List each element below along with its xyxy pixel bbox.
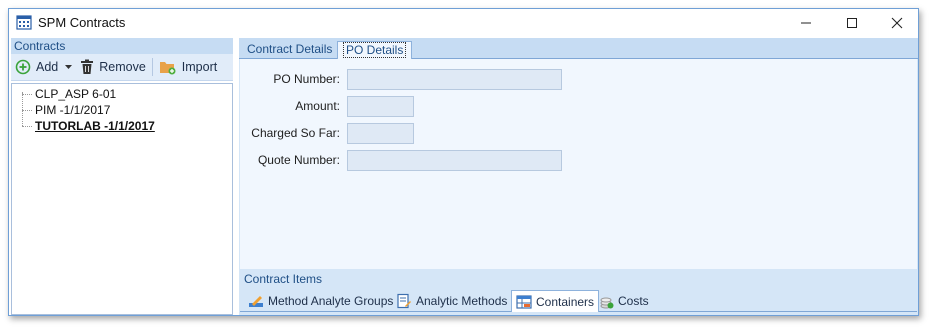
title-bar[interactable]: SPM Contracts	[9, 9, 918, 37]
tab-method-analyte-groups[interactable]: Method Analyte Groups	[244, 290, 397, 312]
contracts-toolbar: Add Remove Import	[11, 54, 233, 81]
contracts-header: Contracts	[11, 38, 233, 54]
window-title: SPM Contracts	[38, 15, 126, 30]
charged-so-far-row: Charged So Far:	[240, 123, 340, 144]
trash-icon	[80, 59, 94, 75]
tree-item-tutorlab[interactable]: TUTORLAB -1/1/2017	[22, 118, 155, 134]
calendar-grid-icon	[16, 14, 32, 30]
import-label: Import	[181, 60, 218, 74]
contract-items-section: Contract Items Method Analyte Groups Ana…	[240, 270, 917, 315]
remove-button[interactable]: Remove	[76, 56, 150, 78]
amount-input[interactable]	[347, 96, 414, 117]
toolbar-separator	[151, 58, 153, 76]
spm-contracts-window: SPM Contracts Contracts Add Remove Impor…	[8, 8, 919, 316]
close-button[interactable]	[874, 9, 918, 37]
charged-so-far-input[interactable]	[347, 123, 414, 144]
contract-items-header: Contract Items	[244, 272, 323, 286]
tab-containers[interactable]: Containers	[511, 290, 600, 312]
quote-number-label: Quote Number:	[257, 153, 340, 167]
caret-down-icon[interactable]	[65, 64, 73, 70]
maximize-icon	[847, 18, 857, 28]
po-number-label: PO Number:	[273, 72, 340, 86]
folder-import-icon	[159, 59, 177, 75]
minimize-icon	[801, 22, 811, 24]
details-tabstrip: Contract Details PO Details	[239, 38, 918, 59]
pencil-ruler-icon	[248, 293, 264, 309]
tab-contract-details[interactable]: Contract Details	[242, 41, 337, 59]
tab-po-details[interactable]: PO Details	[337, 41, 413, 59]
tree-item-pim[interactable]: PIM -1/1/2017	[22, 102, 110, 118]
quote-number-input[interactable]	[347, 150, 562, 171]
coins-icon	[600, 293, 614, 309]
table-grid-icon	[516, 294, 532, 310]
po-details-form: PO Number: Amount: Charged So Far: Quote…	[240, 59, 917, 269]
plus-circle-icon	[15, 59, 31, 75]
charged-so-far-label: Charged So Far:	[251, 126, 340, 140]
po-number-row: PO Number:	[240, 69, 340, 90]
contract-items-tabstrip: Method Analyte Groups Analytic Methods C…	[240, 289, 917, 312]
quote-number-row: Quote Number:	[240, 150, 340, 171]
amount-row: Amount:	[240, 96, 340, 117]
amount-label: Amount:	[295, 99, 340, 113]
tab-costs[interactable]: Costs	[596, 290, 653, 312]
import-button[interactable]: Import	[155, 56, 221, 78]
contracts-panel: Contracts Add Remove Import CLP_ASP 6-01…	[11, 38, 233, 315]
add-label: Add	[36, 60, 59, 74]
close-icon	[891, 17, 903, 29]
maximize-button[interactable]	[829, 9, 875, 37]
contracts-tree: CLP_ASP 6-01 PIM -1/1/2017 TUTORLAB -1/1…	[11, 83, 233, 315]
details-panel: Contract Details PO Details PO Number: A…	[239, 38, 918, 315]
add-button[interactable]: Add	[11, 56, 76, 78]
minimize-button[interactable]	[783, 9, 829, 37]
po-number-input[interactable]	[347, 69, 562, 90]
document-edit-icon	[396, 293, 412, 309]
tree-item-clp-asp[interactable]: CLP_ASP 6-01	[22, 86, 116, 102]
tab-analytic-methods[interactable]: Analytic Methods	[392, 290, 511, 312]
remove-label: Remove	[99, 60, 146, 74]
